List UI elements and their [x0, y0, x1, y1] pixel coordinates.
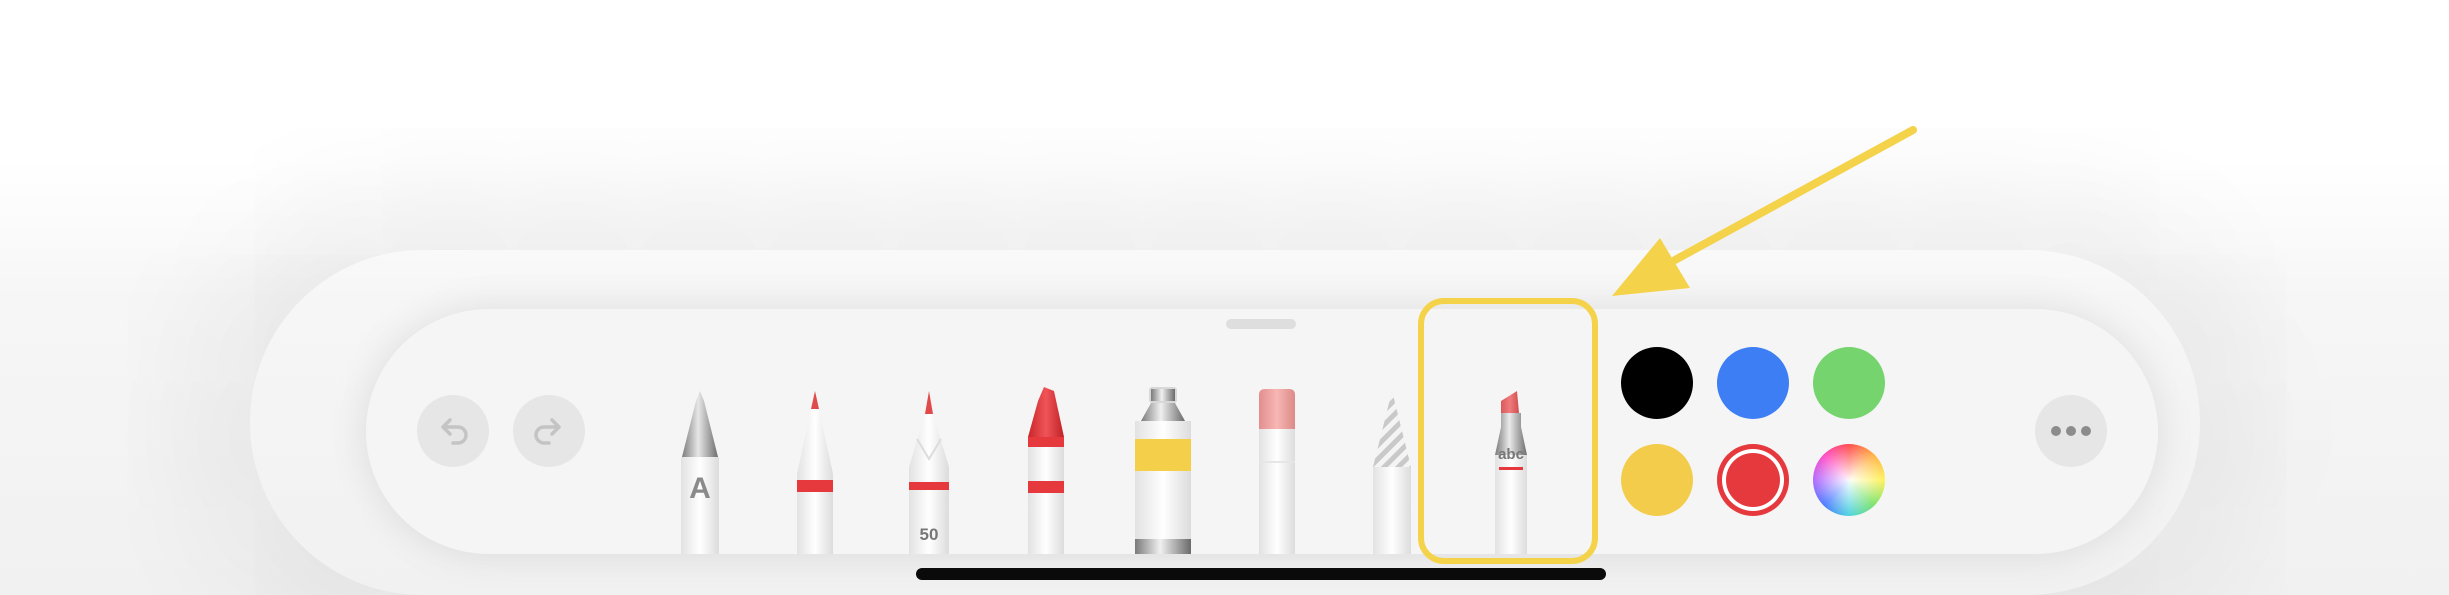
color-red-swatch-selected[interactable] [1717, 444, 1789, 516]
more-button[interactable] [2035, 395, 2107, 467]
pen-tool[interactable]: A [676, 309, 724, 554]
lasso-icon [1373, 391, 1411, 554]
pen-icon [681, 391, 719, 554]
color-wheel-icon[interactable] [1813, 444, 1885, 516]
pen-label: A [689, 472, 711, 505]
crayon-tool[interactable] [1022, 309, 1070, 554]
annotation-arrow-icon [1612, 126, 1917, 296]
marker-tool[interactable] [791, 309, 839, 554]
eraser-icon [1259, 389, 1295, 554]
markup-toolbar: A 50 abc [366, 309, 2158, 554]
marker-icon [797, 391, 833, 554]
highlight-box [1418, 298, 1598, 564]
undo-arrow-icon [441, 418, 468, 445]
lasso-tool[interactable] [1369, 309, 1415, 554]
home-indicator [916, 568, 1606, 580]
color-black-swatch[interactable] [1621, 347, 1693, 419]
pencil-icon [909, 391, 949, 554]
color-blue-swatch[interactable] [1717, 347, 1789, 419]
pencil-tool[interactable]: 50 [903, 309, 955, 554]
ellipsis-icon [2051, 426, 2091, 436]
color-yellow-swatch[interactable] [1621, 444, 1693, 516]
eraser-tool[interactable] [1253, 309, 1301, 554]
redo-arrow-icon [534, 418, 561, 445]
paint-tube-icon [1135, 387, 1191, 554]
crayon-icon [1028, 387, 1064, 554]
paint-tube-tool[interactable] [1129, 309, 1197, 554]
color-green-swatch[interactable] [1813, 347, 1885, 419]
undo-button[interactable] [417, 395, 489, 467]
pencil-width-label: 50 [919, 525, 939, 544]
redo-button[interactable] [513, 395, 585, 467]
